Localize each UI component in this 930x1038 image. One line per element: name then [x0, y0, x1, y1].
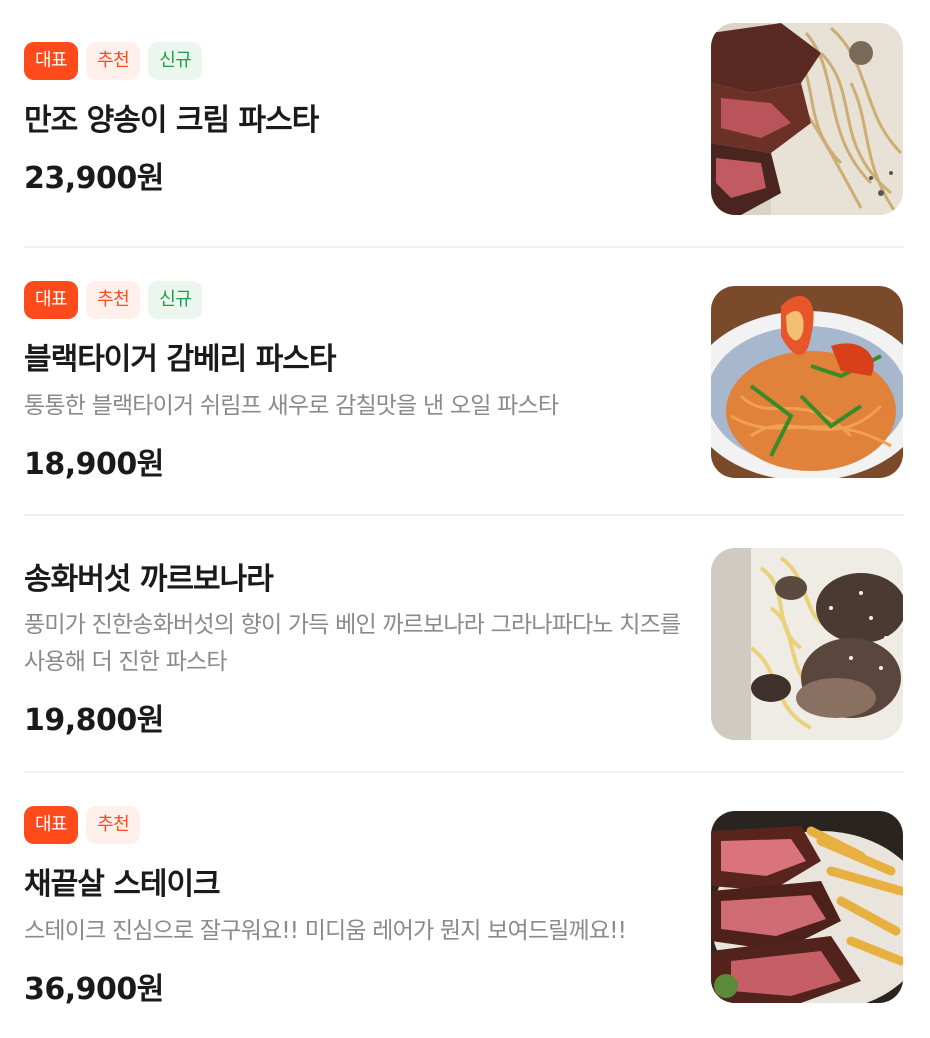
menu-item[interactable]: 송화버섯 까르보나라 풍미가 진한송화버섯의 향이 가득 베인 까르보나라 그라…: [24, 548, 904, 742]
sirloin-steak-fries-photo: [711, 811, 903, 1003]
badge-group: 대표 추천 신규: [24, 42, 203, 80]
menu-item-name: 채끝살 스테이크: [24, 867, 221, 902]
badge-recommended: 추천: [86, 281, 141, 319]
menu-item[interactable]: 대표 추천 신규 블랙타이거 감베리 파스타 통통한 블랙타이거 쉬림프 새우로…: [24, 281, 904, 482]
menu-item-price: 23,900원: [24, 161, 164, 196]
menu-item-photo[interactable]: [711, 548, 903, 740]
badge-representative: 대표: [24, 42, 79, 80]
menu-list: 대표 추천 신규 만조 양송이 크림 파스타 23,900원 대표 추천 신규 …: [0, 0, 930, 1038]
menu-item-description: 통통한 블랙타이거 쉬림프 새우로 감칠맛을 낸 오일 파스타: [24, 393, 559, 419]
steak-cream-pasta-photo: [711, 23, 903, 215]
menu-item-price: 36,900원: [24, 972, 164, 1007]
badge-group: 대표 추천 신규: [24, 281, 203, 319]
menu-item-name: 송화버섯 까르보나라: [24, 562, 274, 597]
badge-recommended: 추천: [86, 42, 141, 80]
menu-item-description: 풍미가 진한송화버섯의 향이 가득 베인 까르보나라 그라나파다노 치즈를 사용…: [24, 612, 681, 675]
badge-new: 신규: [148, 281, 203, 319]
menu-item-photo[interactable]: [711, 286, 903, 478]
menu-item-name: 만조 양송이 크림 파스타: [24, 103, 319, 138]
divider: [24, 771, 904, 773]
menu-item-description: 스테이크 진심으로 잘구워요!! 미디움 레어가 뭔지 보여드릴께요!!: [24, 918, 627, 944]
divider: [24, 514, 904, 516]
menu-item-price: 19,800원: [24, 703, 164, 738]
badge-recommended: 추천: [86, 806, 141, 844]
menu-item[interactable]: 대표 추천 채끝살 스테이크 스테이크 진심으로 잘구워요!! 미디움 레어가 …: [24, 806, 904, 1007]
menu-item-price: 18,900원: [24, 447, 164, 482]
menu-item-photo[interactable]: [711, 23, 903, 215]
badge-new: 신규: [148, 42, 203, 80]
menu-item-name: 블랙타이거 감베리 파스타: [24, 342, 336, 377]
menu-item[interactable]: 대표 추천 신규 만조 양송이 크림 파스타 23,900원: [24, 23, 904, 216]
badge-representative: 대표: [24, 281, 79, 319]
shrimp-oil-pasta-photo: [711, 286, 903, 478]
divider: [24, 246, 904, 248]
badge-group: 대표 추천: [24, 806, 141, 844]
badge-representative: 대표: [24, 806, 79, 844]
menu-item-photo[interactable]: [711, 811, 903, 1003]
mushroom-carbonara-photo: [711, 548, 903, 740]
